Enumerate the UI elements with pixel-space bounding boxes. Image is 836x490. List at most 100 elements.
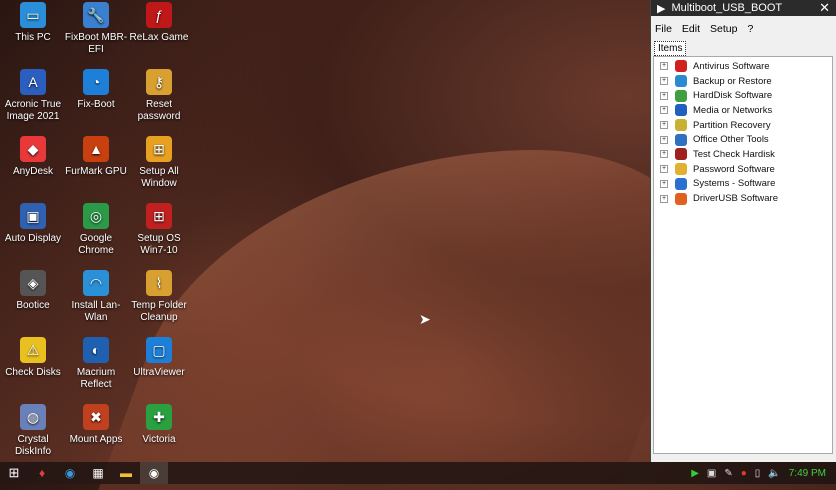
tree-item[interactable]: + Backup or Restore (654, 74, 832, 89)
desktop-icon-label: Setup OS Win7-10 (137, 233, 181, 256)
tree-item[interactable]: + Test Check Hardisk (654, 147, 832, 162)
desktop-icon[interactable]: ✖ Mount Apps (64, 404, 128, 446)
tree-item-label: Office Other Tools (693, 134, 769, 146)
usb-icon[interactable]: ▯ (755, 468, 761, 479)
wrench-icon: 🔧 (83, 2, 109, 28)
category-icon (675, 163, 687, 176)
menu-setup[interactable]: Setup (710, 23, 737, 35)
desktop-icon[interactable]: A Acronic True Image 2021 (1, 69, 65, 123)
desktop-icon[interactable]: ◈ Bootice (1, 270, 65, 312)
multiboot-taskbar-icon[interactable]: ◉ (140, 462, 168, 484)
chrome-icon: ◎ (83, 203, 109, 229)
menu-edit[interactable]: Edit (682, 23, 700, 35)
start-button[interactable]: ⊞ (0, 462, 28, 484)
title-bar[interactable]: ▶ Multiboot_USB_BOOT ✕ (651, 0, 836, 16)
desktop-icon[interactable]: ▭ This PC (1, 2, 65, 44)
tree-item[interactable]: + Systems - Software (654, 177, 832, 192)
tree-item[interactable]: + Partition Recovery (654, 118, 832, 133)
tree-item[interactable]: + Office Other Tools (654, 132, 832, 147)
desktop-icon-label: Google Chrome (78, 233, 114, 256)
desktop-icon-label: FixBoot MBR-EFI (64, 32, 128, 55)
expand-icon[interactable]: + (660, 91, 668, 100)
desktop-icon[interactable]: ✚ Victoria (127, 404, 191, 446)
tree-item[interactable]: + HardDisk Software (654, 88, 832, 103)
expand-icon[interactable]: + (660, 62, 668, 71)
expand-icon[interactable]: + (660, 179, 668, 188)
desktop-icon[interactable]: ◆ AnyDesk (1, 136, 65, 178)
disk-icon: ◍ (20, 404, 46, 430)
desktop-icon[interactable]: ◎ Google Chrome (64, 203, 128, 257)
tree-item-label: Partition Recovery (693, 119, 771, 131)
desktop-icon-label: ReLax Game (129, 32, 189, 43)
desktop-icon[interactable]: ▢ UltraViewer (127, 337, 191, 379)
desktop-icon-label: Macrium Reflect (76, 367, 116, 390)
desktop-icon[interactable]: ⊞ Setup OS Win7-10 (127, 203, 191, 257)
desktop-icon[interactable]: ◠ Install Lan-Wlan (64, 270, 128, 324)
menu-help[interactable]: ? (747, 23, 753, 35)
desktop-icon-label: Victoria (142, 434, 176, 445)
wifi-icon: ◠ (83, 270, 109, 296)
desktop-icon[interactable]: ▣ Auto Display (1, 203, 65, 245)
pen-icon[interactable]: ✎ (724, 468, 732, 479)
play-icon[interactable]: ▶ (691, 468, 699, 479)
category-icon (675, 104, 687, 117)
volume-icon[interactable]: 🔈 (768, 468, 780, 479)
app-icon: ▶ (657, 2, 666, 15)
expand-icon[interactable]: + (660, 194, 668, 203)
category-icon (675, 192, 687, 205)
desktop-icon-label: Check Disks (5, 367, 61, 378)
desktop-icon-label: Bootice (16, 300, 50, 311)
network-icon[interactable]: ▣ (707, 468, 716, 479)
file-explorer-icon[interactable]: ▬ (112, 462, 140, 484)
tree-item[interactable]: + Media or Networks (654, 103, 832, 118)
desktop-icon[interactable]: ƒ ReLax Game (127, 2, 191, 44)
system-tray: ▶ ▣ ✎ ● ▯ 🔈 7:49 PM (691, 468, 836, 479)
desktop-icon-label: Temp Folder Cleanup (131, 300, 187, 323)
desktop-icon-label: Mount Apps (69, 434, 123, 445)
ultraviewer-icon: ▢ (146, 337, 172, 363)
keyboard-icon[interactable]: ▦ (84, 462, 112, 484)
desktop-icon-label: Setup All Window (139, 166, 179, 189)
category-icon (675, 89, 687, 102)
desktop-icon-label: AnyDesk (12, 166, 53, 177)
flash-icon: ƒ (146, 2, 172, 28)
expand-icon[interactable]: + (660, 135, 668, 144)
wifi-icon[interactable]: ◉ (56, 462, 84, 484)
menu-file[interactable]: File (655, 23, 672, 35)
expand-icon[interactable]: + (660, 165, 668, 174)
tree-item[interactable]: + DriverUSB Software (654, 191, 832, 206)
expand-icon[interactable]: + (660, 150, 668, 159)
antivirus-tray-icon[interactable]: ● (741, 468, 747, 479)
desktop-icon[interactable]: ◐ Macrium Reflect (64, 337, 128, 391)
desktop-icon[interactable]: ⚷ Reset password (127, 69, 191, 123)
expand-icon[interactable]: + (660, 121, 668, 130)
desktop-icon[interactable]: ⌇ Temp Folder Cleanup (127, 270, 191, 324)
desktop-icon[interactable]: 🔧 FixBoot MBR-EFI (64, 2, 128, 56)
furmark-icon: ▲ (83, 136, 109, 162)
category-icon (675, 119, 687, 132)
category-icon (675, 75, 687, 88)
tab-items[interactable]: Items (654, 41, 687, 56)
desktop-icon[interactable]: ⚠ Check Disks (1, 337, 65, 379)
desktop-icon[interactable]: ◍ Crystal DiskInfo (1, 404, 65, 458)
tree-item[interactable]: + Antivirus Software (654, 59, 832, 74)
desktop-icon[interactable]: ⊞ Setup All Window (127, 136, 191, 190)
tree-item[interactable]: + Password Software (654, 162, 832, 177)
windows-icon: ⊞ (146, 136, 172, 162)
network-tool-icon[interactable]: ♦ (28, 462, 56, 484)
close-icon[interactable]: ✕ (819, 0, 830, 16)
broom-icon: ⌇ (146, 270, 172, 296)
desktop-icon-label: Fix-Boot (77, 99, 115, 110)
clock[interactable]: 7:49 PM (789, 468, 826, 479)
desktop-icon-label: Reset password (137, 99, 181, 122)
window-title: Multiboot_USB_BOOT (671, 2, 783, 14)
expand-icon[interactable]: + (660, 77, 668, 86)
desktop-icon[interactable]: ▲ FurMark GPU (64, 136, 128, 178)
tree-item-label: Backup or Restore (693, 75, 772, 87)
desktop-icon-label: UltraViewer (133, 367, 185, 378)
multiboot-window: ▶ Multiboot_USB_BOOT ✕ File Edit Setup ?… (650, 0, 836, 462)
desktop-icon[interactable]: ◔ Fix-Boot (64, 69, 128, 111)
desktop-icon-label: Auto Display (4, 233, 62, 244)
expand-icon[interactable]: + (660, 106, 668, 115)
key-icon: ⚷ (146, 69, 172, 95)
